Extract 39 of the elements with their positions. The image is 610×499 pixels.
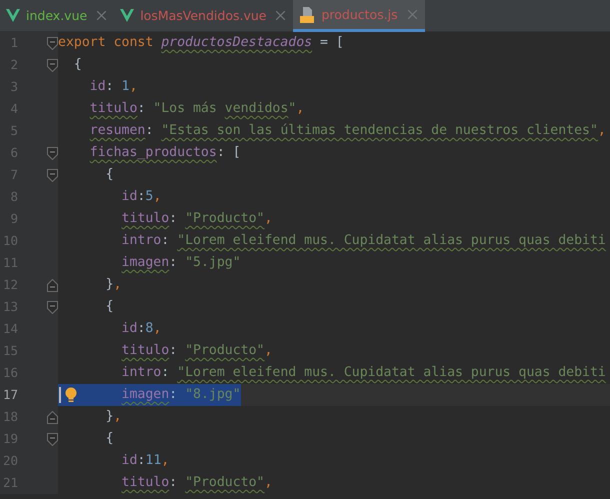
code-line: titulo: "Producto", bbox=[120, 210, 272, 228]
code-line: { bbox=[104, 430, 114, 448]
text-caret bbox=[59, 387, 61, 403]
code-line: id: 1, bbox=[88, 78, 138, 96]
fold-end-marker-icon[interactable] bbox=[47, 278, 58, 292]
code-line: }, bbox=[104, 276, 122, 294]
fold-marker-icon[interactable] bbox=[47, 58, 58, 72]
line-number: 17 bbox=[2, 386, 18, 404]
code-line: intro: "Lorem eleifend mus. Cupidatat alias purus quas debiti bbox=[120, 232, 606, 250]
fold-marker-icon[interactable] bbox=[47, 146, 58, 160]
code-line: titulo: "Los más vendidos", bbox=[88, 100, 304, 118]
fold-marker-icon[interactable] bbox=[47, 432, 58, 446]
code-line: { bbox=[104, 166, 114, 184]
v-logo-icon bbox=[120, 9, 134, 22]
fold-marker-icon[interactable] bbox=[47, 300, 58, 314]
code-line: }, bbox=[104, 408, 122, 426]
code-line: { bbox=[72, 56, 82, 74]
fold-marker-icon[interactable] bbox=[47, 36, 58, 50]
lightbulb-icon[interactable] bbox=[65, 387, 77, 403]
code-line: id:11, bbox=[120, 452, 170, 470]
code-line: titulo: "Producto", bbox=[120, 342, 272, 360]
code-line: imagen: "5.jpg" bbox=[120, 254, 241, 272]
js-file-icon bbox=[299, 6, 316, 22]
editor-tab[interactable]: losMasVendidos.vue bbox=[114, 0, 294, 31]
code-line: fichas_productos: [ bbox=[88, 144, 241, 162]
fold-marker-icon[interactable] bbox=[47, 168, 58, 182]
code-line: { bbox=[104, 298, 114, 316]
code-line: id:8, bbox=[120, 320, 162, 338]
editor-tab[interactable]: index.vue bbox=[0, 0, 114, 31]
editor-tab[interactable]: productos.js bbox=[293, 0, 425, 32]
code-line: intro: "Lorem eleifend mus. Cupidatat alias purus quas debiti bbox=[120, 364, 606, 382]
close-icon[interactable] bbox=[97, 11, 106, 20]
code-line: id:5, bbox=[120, 188, 162, 206]
code-line: titulo: "Producto", bbox=[120, 474, 272, 492]
v-logo-icon bbox=[6, 9, 20, 22]
code-line: resumen: "Estas son las últimas tendencias de nuestros clientes", bbox=[88, 122, 606, 140]
fold-end-marker-icon[interactable] bbox=[47, 410, 58, 424]
code-line: export const productosDestacados = [ bbox=[58, 34, 344, 52]
close-icon[interactable] bbox=[276, 11, 286, 20]
